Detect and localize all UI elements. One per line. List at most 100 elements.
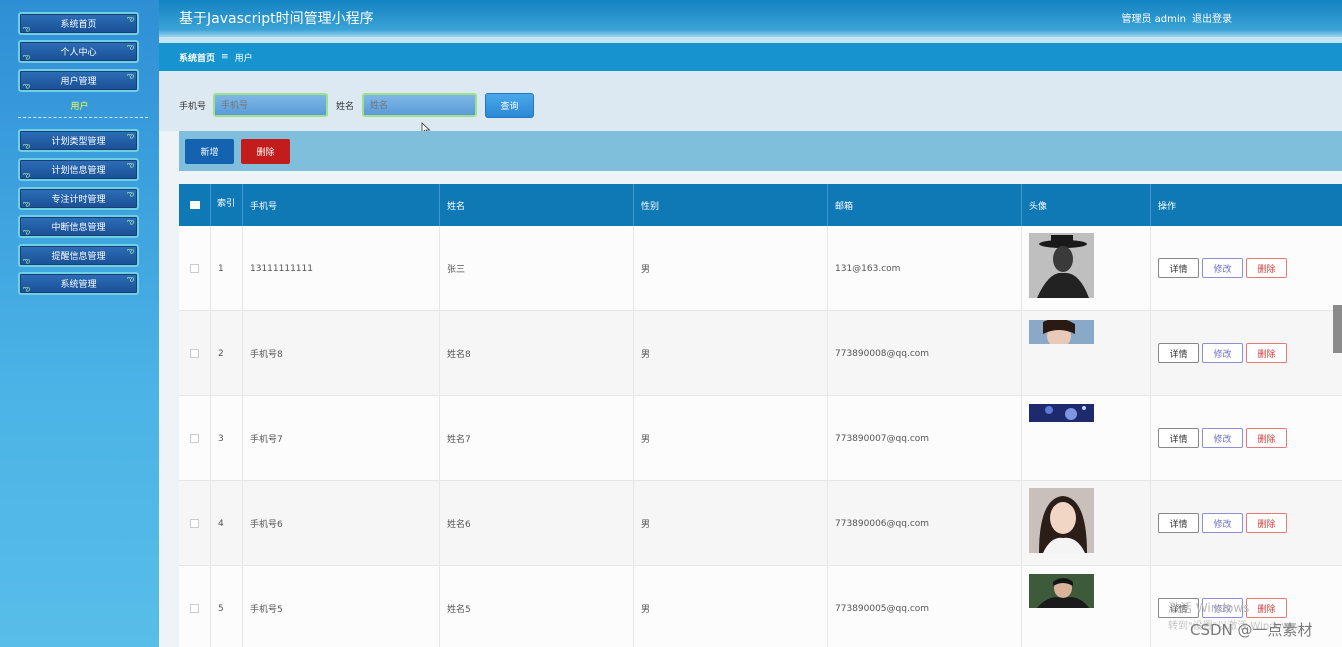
detail-button[interactable]: 详情 [1158, 428, 1199, 448]
row-select[interactable] [179, 396, 211, 481]
row-gender: 男 [634, 311, 828, 396]
user-label: 管理员 admin [1121, 14, 1186, 25]
table-row: 2 手机号8 姓名8 男 773890008@qq.com 详情 修改 删除 [179, 311, 1342, 396]
nav-sub-users[interactable]: 用户 [0, 99, 159, 112]
add-button[interactable]: 新增 [185, 139, 234, 164]
nav-focus-timer-management[interactable]: ఌ ఌ 专注计时管理 [18, 187, 139, 210]
nav-label: 系统管理 [60, 280, 97, 290]
breadcrumb: 系统首页 ≡ 用户 [159, 43, 1342, 71]
csdn-watermark: CSDN @一点素材 [1190, 621, 1313, 639]
row-avatar-cell [1022, 481, 1151, 566]
delete-button[interactable]: 删除 [1246, 343, 1287, 363]
query-button[interactable]: 查询 [485, 93, 534, 118]
edit-button[interactable]: 修改 [1202, 513, 1243, 533]
delete-button[interactable]: 删除 [1246, 513, 1287, 533]
row-email: 773890005@qq.com [828, 566, 1022, 647]
nav-plan-type-management[interactable]: ఌ ఌ 计划类型管理 [18, 129, 139, 152]
row-actions: 详情 修改 删除 [1151, 311, 1342, 396]
user-table: 索引 手机号 姓名 性别 邮箱 头像 操作 1 13111111111 张三 男… [179, 184, 1342, 647]
row-select[interactable] [179, 566, 211, 647]
delete-button[interactable]: 删除 [1246, 598, 1287, 618]
nav-plan-info-management[interactable]: ఌ ఌ 计划信息管理 [18, 158, 139, 181]
delete-button[interactable]: 删除 [1246, 258, 1287, 278]
user-area: 管理员 admin 退出登录 [1121, 10, 1232, 25]
row-name: 姓名8 [440, 311, 634, 396]
name-label: 姓名 [336, 102, 355, 112]
row-phone: 手机号5 [243, 566, 440, 647]
select-all-checkbox[interactable] [189, 201, 200, 209]
nav-personal-center[interactable]: ఌ ఌ 个人中心 [18, 40, 139, 63]
nav-label: 中断信息管理 [51, 223, 106, 233]
row-gender: 男 [634, 481, 828, 566]
row-gender: 男 [634, 226, 828, 311]
delete-button[interactable]: 删除 [1246, 428, 1287, 448]
row-checkbox[interactable] [190, 604, 199, 613]
bulk-delete-button[interactable]: 删除 [241, 139, 290, 164]
row-name: 张三 [440, 226, 634, 311]
row-select[interactable] [179, 311, 211, 396]
header-index: 索引 [211, 184, 243, 226]
row-checkbox[interactable] [190, 434, 199, 443]
edit-button[interactable]: 修改 [1202, 343, 1243, 363]
header-select-all[interactable] [179, 184, 211, 226]
avatar-image [1029, 488, 1094, 553]
app-title: 基于Javascript时间管理小程序 [179, 11, 374, 27]
nav-label: 专注计时管理 [51, 195, 106, 205]
phone-search-input[interactable] [213, 93, 328, 117]
row-name: 姓名5 [440, 566, 634, 647]
nav-label: 计划信息管理 [51, 166, 106, 176]
page-scrollbar[interactable] [1333, 305, 1342, 353]
detail-button[interactable]: 详情 [1158, 258, 1199, 278]
row-select[interactable] [179, 481, 211, 566]
top-header: 基于Javascript时间管理小程序 管理员 admin 退出登录 [159, 0, 1342, 37]
header-phone: 手机号 [243, 184, 440, 226]
search-area: 手机号 姓名 查询 [159, 71, 1342, 136]
header-email: 邮箱 [828, 184, 1022, 226]
row-email: 773890006@qq.com [828, 481, 1022, 566]
nav-label: 个人中心 [60, 48, 97, 58]
row-phone: 手机号6 [243, 481, 440, 566]
row-avatar-cell [1022, 566, 1151, 647]
row-actions: 详情 修改 删除 [1151, 396, 1342, 481]
avatar-image [1029, 574, 1094, 608]
detail-button[interactable]: 详情 [1158, 513, 1199, 533]
detail-button[interactable]: 详情 [1158, 343, 1199, 363]
row-checkbox[interactable] [190, 264, 199, 273]
header-avatar: 头像 [1022, 184, 1151, 226]
sidebar-divider [18, 117, 148, 118]
table-row: 4 手机号6 姓名6 男 773890006@qq.com 详情 修改 删除 [179, 481, 1342, 566]
row-name: 姓名6 [440, 481, 634, 566]
row-index: 2 [211, 311, 243, 396]
nav-label: 系统首页 [60, 20, 97, 30]
nav-user-management[interactable]: ఌ ఌ 用户管理 [18, 69, 139, 92]
name-search-input[interactable] [362, 93, 477, 117]
row-avatar-cell [1022, 311, 1151, 396]
nav-system-management[interactable]: ఌ ఌ 系统管理 [18, 272, 139, 295]
row-email: 773890008@qq.com [828, 311, 1022, 396]
row-gender: 男 [634, 396, 828, 481]
row-email: 131@163.com [828, 226, 1022, 311]
header-gender: 性别 [634, 184, 828, 226]
breadcrumb-separator-icon: ≡ [221, 52, 229, 62]
edit-button[interactable]: 修改 [1202, 428, 1243, 448]
edit-button[interactable]: 修改 [1202, 258, 1243, 278]
avatar-image [1029, 233, 1094, 298]
toolbar: 新增 删除 [179, 131, 1342, 171]
row-gender: 男 [634, 566, 828, 647]
activate-windows-notice: 激活 Windows [1168, 601, 1250, 615]
breadcrumb-home[interactable]: 系统首页 [179, 51, 215, 64]
nav-label: 提醒信息管理 [51, 252, 106, 262]
row-select[interactable] [179, 226, 211, 311]
row-index: 1 [211, 226, 243, 311]
row-avatar-cell [1022, 396, 1151, 481]
nav-label: 计划类型管理 [51, 137, 106, 147]
nav-reminder-info-management[interactable]: ఌ ఌ 提醒信息管理 [18, 244, 139, 267]
table-row: 1 13111111111 张三 男 131@163.com 详情 修改 删除 [179, 226, 1342, 311]
sidebar: ఌ ఌ 系统首页 ఌ ఌ 个人中心 ఌ ఌ 用户管理 用户 ఌ ఌ 计划类型管理 ఌ ఌ 计划信息管… [0, 0, 159, 647]
nav-interrupt-info-management[interactable]: ఌ ఌ 中断信息管理 [18, 215, 139, 238]
logout-link[interactable]: 退出登录 [1192, 10, 1232, 25]
nav-label: 用户管理 [60, 77, 97, 87]
nav-home[interactable]: ఌ ఌ 系统首页 [18, 12, 139, 35]
row-checkbox[interactable] [190, 349, 199, 358]
row-checkbox[interactable] [190, 519, 199, 528]
